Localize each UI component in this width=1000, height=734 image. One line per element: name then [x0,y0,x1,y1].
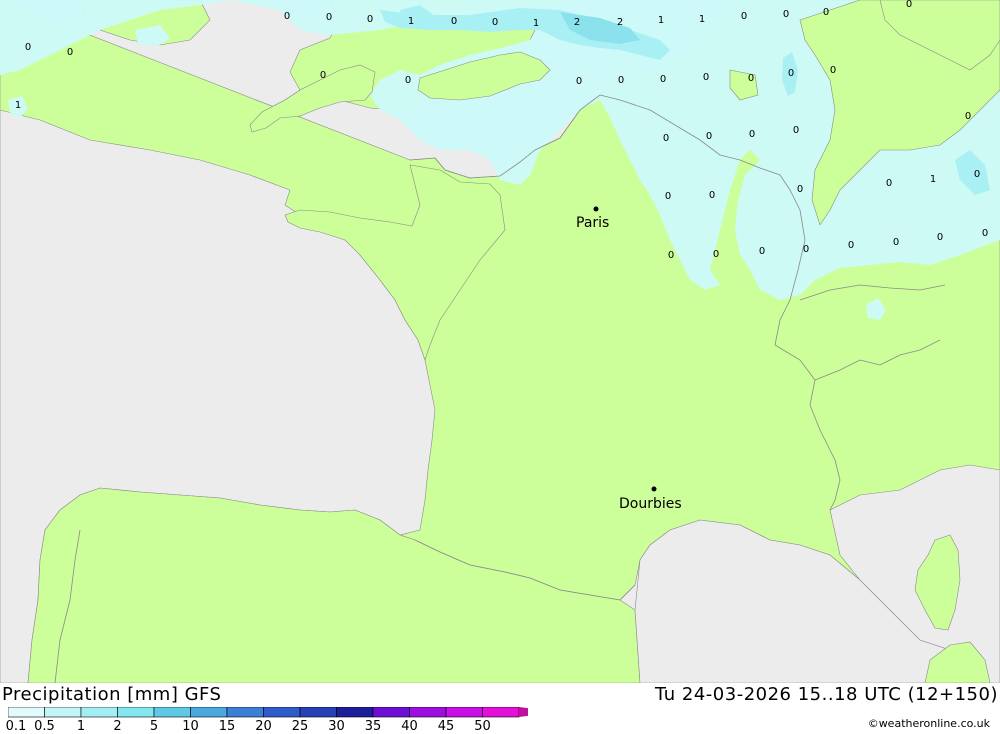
precip-value-19: 0 [576,76,582,87]
legend-swatch-10 [372,707,410,718]
precipitation-map: 0 0 0 1 0 0 1 2 2 1 1 0 0 0 0 0 0 0 0 0 0 0 0 0 0 0 1 0 0 0 0 0 0 0 0 0 1 0 0 0… [0,0,1000,683]
precip-value-13: 0 [823,7,829,18]
legend-label-13: 50 [474,719,491,734]
precip-value-31: 0 [793,125,799,136]
precip-value-5: 0 [492,17,498,28]
city-paris-marker [593,206,599,212]
precip-value-2: 0 [367,14,373,25]
precip-value-28: 0 [663,133,669,144]
map-footer: Precipitation [mm] GFS Tu 24-03-2026 15.… [0,683,1000,734]
legend-label-5: 10 [182,719,199,734]
legend-swatch-6 [226,707,264,718]
legend-swatch-9 [336,707,374,718]
legend-swatch-13 [482,707,520,718]
precip-value-6: 1 [533,18,539,29]
precip-value-3: 1 [408,16,414,27]
precip-value-45: 0 [982,228,988,239]
legend-label-3: 2 [113,719,122,734]
legend-swatch-5 [190,707,228,718]
precip-value-34: 0 [797,184,803,195]
precip-value-0: 0 [284,11,290,22]
precip-value-21: 0 [660,74,666,85]
legend-label-1: 0.5 [34,719,55,734]
precip-value-43: 0 [893,237,899,248]
precip-value-25: 0 [830,65,836,76]
precip-value-20: 0 [618,75,624,86]
precip-value-41: 0 [803,244,809,255]
precip-value-7: 2 [574,17,580,28]
precip-value-29: 0 [706,131,712,142]
legend-label-10: 35 [364,719,382,734]
legend-label-4: 5 [149,719,159,734]
legend-label-11: 40 [401,719,418,734]
precip-value-30: 0 [749,129,755,140]
legend-label-2: 1 [76,719,86,734]
precip-value-18: 0 [405,75,411,86]
precip-value-33: 0 [709,190,715,201]
legend-label-9: 30 [328,719,345,734]
precip-value-8: 2 [617,17,623,28]
precip-value-27: 0 [965,111,971,122]
precip-value-11: 0 [741,11,747,22]
legend-swatch-3 [117,707,155,718]
legend-labels: 0.1 0.5 1 2 5 10 15 20 25 30 35 40 45 50 [0,719,530,734]
precip-value-1: 0 [326,12,332,23]
legend-swatch-2 [80,707,118,718]
precip-value-24: 0 [788,68,794,79]
legend-label-6: 15 [218,719,236,734]
precip-value-16: 0 [67,47,73,58]
legend-swatch-1 [44,707,82,718]
credit-text: ©weatheronline.co.uk [867,717,990,730]
chart-title: Precipitation [mm] GFS [2,684,222,705]
precip-value-17: 0 [320,70,326,81]
legend-label-0: 0.1 [5,719,27,734]
precip-value-37: 0 [974,169,980,180]
precip-value-23: 0 [748,73,754,84]
city-dourbies-label: Dourbies [619,496,682,512]
color-scale-legend [8,707,528,718]
legend-swatch-7 [263,707,301,718]
legend-swatch-12 [445,707,483,718]
legend-label-12: 45 [437,719,455,734]
precip-value-44: 0 [937,232,943,243]
legend-swatch-0 [8,707,45,718]
precip-value-39: 0 [713,249,719,260]
legend-swatch-11 [409,707,447,718]
precip-value-40: 0 [759,246,765,257]
city-paris-label: Paris [576,215,609,231]
legend-label-8: 25 [291,719,309,734]
precip-value-4: 0 [451,16,457,27]
precip-value-42: 0 [848,240,854,251]
legend-arrow [519,707,528,717]
precip-value-26: 1 [15,100,21,111]
precip-value-36: 1 [930,174,936,185]
valid-time: Tu 24-03-2026 15..18 UTC (12+150) [655,684,998,705]
precip-value-32: 0 [665,191,671,202]
legend-swatch-4 [153,707,191,718]
legend-swatch-8 [299,707,337,718]
precip-value-10: 1 [699,14,705,25]
legend-label-7: 20 [255,719,272,734]
city-dourbies-marker [651,486,657,492]
precip-value-35: 0 [886,178,892,189]
precip-value-22: 0 [703,72,709,83]
precip-value-15: 0 [25,42,31,53]
precip-value-14: 0 [906,0,912,10]
precip-value-12: 0 [783,9,789,20]
precip-value-38: 0 [668,250,674,261]
precip-value-9: 1 [658,15,664,26]
